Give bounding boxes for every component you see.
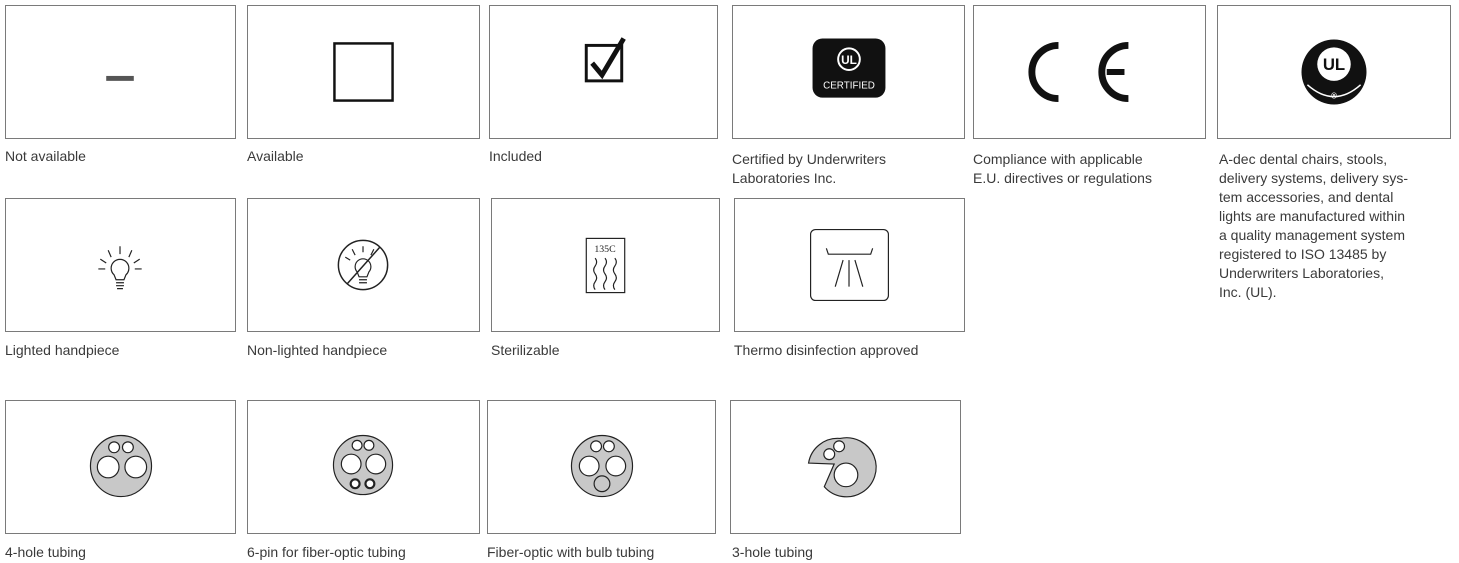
legend-caption: Not available (5, 148, 86, 164)
legend-caption: Fiber-optic with bulb tubing (487, 544, 655, 560)
symbol-frame (247, 5, 480, 139)
legend-caption-line-2: delivery systems, delivery sys- (1219, 170, 1409, 186)
three-hole-connector-icon (807, 437, 877, 498)
symbol-frame (734, 198, 965, 332)
symbol-frame (5, 198, 236, 332)
legend-caption-line-1: A-dec dental chairs, stools, (1219, 151, 1388, 167)
legend-caption-line-6: registered to ISO 13485 by (1219, 246, 1387, 262)
symbol-frame (487, 400, 716, 534)
legend-caption: 6-pin for fiber-optic tubing (247, 544, 406, 560)
ul-certified-mark-icon: UL CERTIFIED (812, 38, 886, 98)
symbol-frame: 135C (491, 198, 720, 332)
legend-caption: Sterilizable (491, 342, 560, 358)
svg-text:®: ® (1331, 92, 1337, 101)
legend-caption-line-3: tem accessories, and dental (1219, 189, 1394, 205)
six-pin-connector-icon (332, 434, 394, 496)
legend-caption-line-1: Compliance with applicable (973, 151, 1143, 167)
ce-mark-icon (1028, 41, 1129, 103)
empty-checkbox-icon (333, 42, 394, 102)
ul-registered-firm-icon: UL ® (1301, 39, 1367, 105)
four-hole-connector-icon (89, 434, 153, 498)
fiber-optic-bulb-connector-icon (570, 434, 634, 498)
symbol-frame: UL ® (1217, 5, 1451, 139)
symbol-frame (247, 198, 480, 332)
legend-caption-line-5: a quality management system (1219, 227, 1405, 243)
legend-caption: Included (489, 148, 542, 164)
legend-caption-line-8: Inc. (UL). (1219, 284, 1277, 300)
ul-certified-badge-text: CERTIFIED (823, 81, 875, 92)
legend-caption: Non-lighted handpiece (247, 342, 388, 358)
checked-checkbox-icon (584, 37, 626, 83)
symbol-frame (5, 400, 236, 534)
symbol-frame (973, 5, 1206, 139)
symbol-frame (730, 400, 961, 534)
legend-caption: 4-hole tubing (5, 544, 86, 560)
legend-caption-line-7: Underwriters Laboratories, (1219, 265, 1384, 281)
dash-icon (106, 75, 134, 81)
legend-caption-line-1: Certified by Underwriters (732, 151, 887, 167)
symbol-frame: UL CERTIFIED (732, 5, 965, 139)
light-bulb-icon (98, 246, 142, 290)
legend-caption: Thermo disinfection approved (734, 342, 919, 358)
legend-caption: 3-hole tubing (732, 544, 813, 560)
steam-sterilization-icon: 135C (585, 237, 626, 294)
legend-caption: Lighted handpiece (5, 342, 120, 358)
legend-caption-line-4: lights are manufactured within (1219, 208, 1405, 224)
legend-caption-line-2: Laboratories Inc. (732, 170, 837, 186)
legend-caption: Available (247, 148, 304, 164)
legend-caption-line-2: E.U. directives or regulations (973, 170, 1152, 186)
svg-text:UL: UL (841, 53, 857, 67)
symbol-frame (247, 400, 480, 534)
svg-text:UL: UL (1323, 55, 1345, 74)
thermo-disinfection-icon (809, 228, 890, 302)
sterilizable-temp-label: 135C (594, 244, 616, 255)
symbol-frame (489, 5, 718, 139)
symbol-frame (5, 5, 236, 139)
no-light-bulb-icon (337, 239, 389, 291)
